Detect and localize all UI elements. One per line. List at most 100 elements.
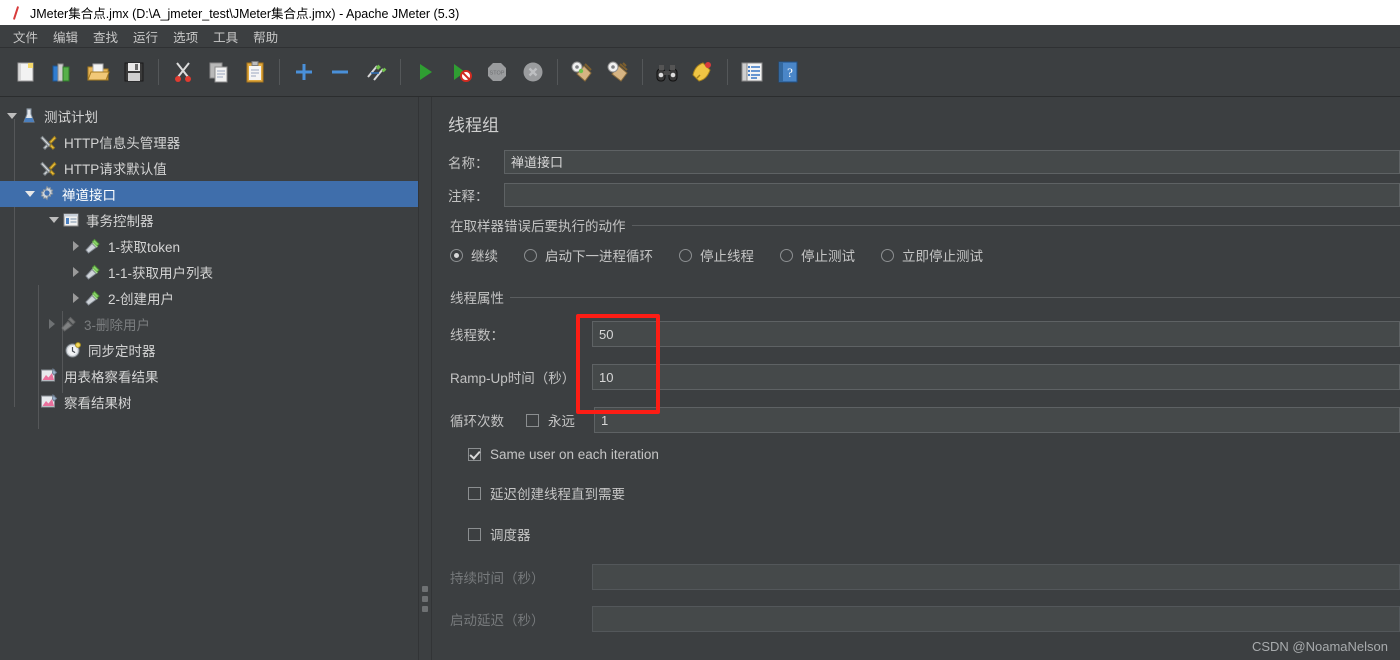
startup-delay-input[interactable] — [592, 606, 1400, 632]
tree-node-transaction-controller[interactable]: 事务控制器 — [0, 207, 418, 233]
ramp-up-row: Ramp-Up时间（秒） 10 — [444, 364, 1400, 390]
scheduler-checkbox[interactable]: 调度器 — [444, 524, 1400, 544]
save-button[interactable] — [116, 54, 152, 90]
loop-count-label: 循环次数 — [450, 414, 504, 429]
menu-tools[interactable]: 工具 — [206, 25, 245, 48]
radio-label: 停止测试 — [801, 249, 855, 264]
jmeter-window: JMeter集合点.jmx (D:\A_jmeter_test\JMeter集合… — [0, 0, 1400, 660]
checkbox-indicator — [468, 527, 481, 541]
menu-options[interactable]: 选项 — [166, 25, 205, 48]
reset-search-button[interactable] — [685, 54, 721, 90]
tree-node-synchronizing-timer[interactable]: 同步定时器 — [0, 337, 418, 363]
cut-button[interactable] — [165, 54, 201, 90]
open-folder-icon — [87, 63, 110, 81]
cut-scissors-icon — [175, 62, 191, 82]
tree-node-view-results-tree[interactable]: 察看结果树 — [0, 389, 418, 415]
start-no-pauses-button[interactable] — [443, 54, 479, 90]
help-button[interactable]: ? — [770, 54, 806, 90]
open-button[interactable] — [80, 54, 116, 90]
tree-node-test-plan[interactable]: 测试计划 — [0, 103, 418, 129]
delay-thread-creation-checkbox[interactable]: 延迟创建线程直到需要 — [444, 483, 1400, 503]
tree-toggle-collapsed[interactable] — [68, 285, 84, 311]
collapse-all-button[interactable] — [322, 54, 358, 90]
templates-button[interactable] — [44, 54, 80, 90]
search-button[interactable] — [649, 54, 685, 90]
ramp-up-input[interactable]: 10 — [592, 364, 1400, 390]
num-threads-input[interactable]: 50 — [592, 321, 1400, 347]
radio-start-next-thread-loop[interactable]: 启动下一进程循环 — [524, 245, 653, 265]
radio-stop-test-now[interactable]: 立即停止测试 — [881, 245, 983, 265]
stop-icon: STOP — [488, 63, 506, 81]
test-plan-tree[interactable]: 测试计划 HTTP信息头管理器 HTTP请求默认值 禅道接口 事务控制器 1-获… — [0, 97, 418, 660]
tree-toggle-expanded[interactable] — [46, 207, 62, 233]
group-header: 线程属性 — [444, 287, 1400, 307]
delay-thread-creation-label: 延迟创建线程直到需要 — [490, 487, 625, 502]
menu-run[interactable]: 运行 — [126, 25, 165, 48]
menu-search[interactable]: 查找 — [86, 25, 125, 48]
templates-books-icon — [52, 63, 70, 82]
clear-button[interactable] — [564, 54, 600, 90]
duration-row: 持续时间（秒） — [444, 564, 1400, 590]
tree-node-http-defaults[interactable]: HTTP请求默认值 — [0, 155, 418, 181]
tree-toggle-expanded[interactable] — [4, 103, 20, 129]
http-sampler-icon — [84, 237, 102, 255]
menu-help[interactable]: 帮助 — [246, 25, 285, 48]
tree-node-sampler-get-token[interactable]: 1-获取token — [0, 233, 418, 259]
num-threads-row: 线程数： 50 — [444, 321, 1400, 347]
new-button[interactable] — [8, 54, 44, 90]
menu-edit[interactable]: 编辑 — [46, 25, 85, 48]
radio-indicator — [780, 248, 793, 262]
tree-node-label: 1-1-获取用户列表 — [108, 266, 214, 281]
tree-node-sampler-get-user-list[interactable]: 1-1-获取用户列表 — [0, 259, 418, 285]
name-input[interactable]: 禅道接口 — [504, 150, 1400, 174]
svg-text:?: ? — [787, 65, 793, 80]
tree-node-sampler-delete-user[interactable]: 3-删除用户 — [0, 311, 418, 337]
radio-indicator — [450, 248, 463, 262]
same-user-checkbox[interactable]: Same user on each iteration — [444, 447, 1400, 462]
toolbar-separator — [557, 59, 558, 85]
http-defaults-icon — [40, 159, 58, 177]
tree-toggle-collapsed[interactable] — [68, 259, 84, 285]
tree-toggle-expanded[interactable] — [22, 181, 38, 207]
group-legend: 在取样器错误后要执行的动作 — [450, 219, 626, 234]
radio-stop-test[interactable]: 停止测试 — [780, 245, 855, 265]
menu-file[interactable]: 文件 — [6, 25, 45, 48]
paste-clipboard-icon — [246, 61, 264, 83]
http-sampler-icon — [84, 263, 102, 281]
pane-splitter[interactable] — [418, 97, 432, 660]
comment-input[interactable] — [504, 183, 1400, 207]
thread-properties-group: 线程属性 线程数： 50 Ramp-Up时间（秒） 10 循环次数 永远 1 S… — [444, 287, 1400, 636]
expand-all-button[interactable] — [286, 54, 322, 90]
tree-toggle-collapsed[interactable] — [68, 233, 84, 259]
tree-node-http-header-manager[interactable]: HTTP信息头管理器 — [0, 129, 418, 155]
scheduler-label: 调度器 — [490, 528, 531, 543]
stop-button[interactable]: STOP — [479, 54, 515, 90]
new-document-icon — [17, 62, 34, 82]
clear-all-button[interactable] — [600, 54, 636, 90]
tree-toggle-collapsed[interactable] — [44, 311, 60, 337]
paste-button[interactable] — [237, 54, 273, 90]
tree-node-thread-group[interactable]: 禅道接口 — [0, 181, 418, 207]
start-button[interactable] — [407, 54, 443, 90]
toggle-button[interactable] — [358, 54, 394, 90]
tree-node-label: 察看结果树 — [64, 396, 132, 411]
thread-group-panel: 线程组 名称： 禅道接口 注释： 在取样器错误后要执行的动作 继续 启动下一进程… — [432, 97, 1400, 660]
duration-label: 持续时间（秒） — [450, 571, 545, 586]
function-helper-button[interactable] — [734, 54, 770, 90]
toolbar-separator — [158, 59, 159, 85]
tree-node-label: 用表格察看结果 — [64, 370, 159, 385]
loop-count-input[interactable]: 1 — [594, 407, 1400, 433]
copy-button[interactable] — [201, 54, 237, 90]
splitter-grip[interactable] — [422, 586, 428, 616]
shutdown-button[interactable] — [515, 54, 551, 90]
duration-input[interactable] — [592, 564, 1400, 590]
tree-node-view-results-in-table[interactable]: 用表格察看结果 — [0, 363, 418, 389]
http-sampler-disabled-icon — [60, 315, 78, 333]
tree-node-sampler-create-user[interactable]: 2-创建用户 — [0, 285, 418, 311]
name-label: 名称： — [448, 156, 489, 171]
on-error-radio-group: 继续 启动下一进程循环 停止线程 停止测试 立即停止测试 — [444, 245, 1400, 265]
radio-stop-thread[interactable]: 停止线程 — [679, 245, 754, 265]
toolbar-separator — [400, 59, 401, 85]
forever-checkbox[interactable]: 永远 — [526, 410, 594, 430]
radio-continue[interactable]: 继续 — [450, 245, 498, 265]
